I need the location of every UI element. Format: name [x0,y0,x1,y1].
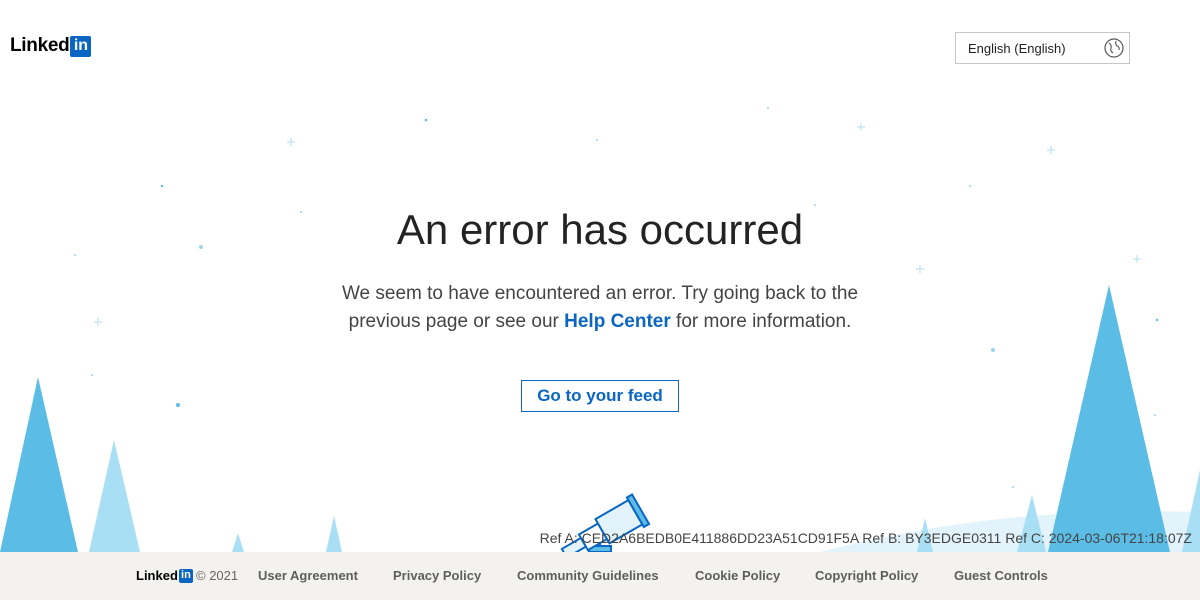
footer-logo-text: Linked [136,568,178,583]
background-scene [0,107,1200,552]
footer-link-cookie-policy[interactable]: Cookie Policy [695,568,780,583]
tree [0,377,78,552]
footer-link-user-agreement[interactable]: User Agreement [258,568,358,583]
footer-link-copyright-policy[interactable]: Copyright Policy [815,568,918,583]
page-title: An error has occurred [396,206,804,253]
error-message-text-end: for more information. [670,311,852,332]
footer-logo[interactable]: Linked in [136,568,193,583]
footer-logo-mark: in [178,568,193,583]
tree [89,440,140,552]
tree [232,533,244,552]
footer-link-privacy-policy[interactable]: Privacy Policy [393,568,481,583]
footer-link-guest-controls[interactable]: Guest Controls [954,568,1048,583]
error-message: We seem to have encountered an error. Tr… [330,280,870,336]
tree [326,516,342,552]
reference-ids: Ref A: CED2A6BEDB0E411886DD23A51CD91F5A … [539,530,1192,546]
copyright: © 2021 [196,568,239,583]
tree [1048,285,1170,552]
go-to-feed-button[interactable]: Go to your feed [521,380,679,412]
footer-link-community-guidelines[interactable]: Community Guidelines [517,568,659,583]
help-center-link[interactable]: Help Center [564,311,671,332]
footer: Linked in © 2021 User Agreement Privacy … [0,552,1200,600]
